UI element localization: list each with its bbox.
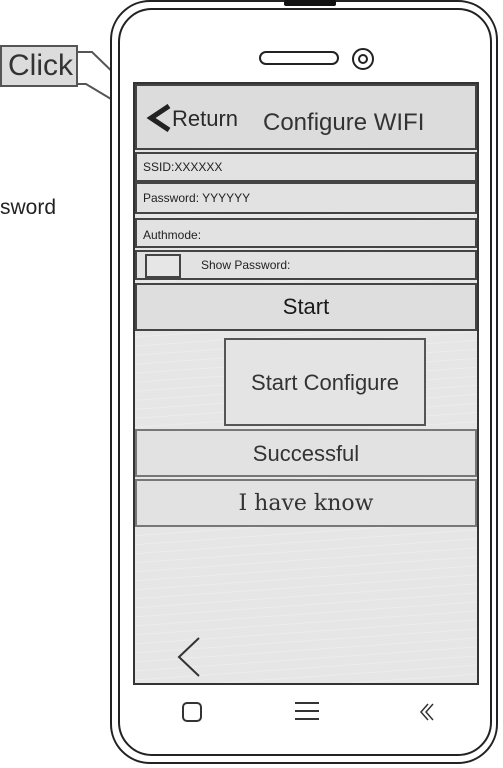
title-bar: Return Configure WIFI xyxy=(135,84,477,150)
start-configure-button[interactable]: Start Configure xyxy=(224,338,426,426)
menu-icon[interactable] xyxy=(294,698,320,724)
page-title: Configure WIFI xyxy=(263,109,425,136)
cut-off-label: sword xyxy=(0,196,57,219)
chevron-left-icon[interactable] xyxy=(145,104,173,132)
ack-button[interactable]: I have know xyxy=(135,479,477,527)
ssid-field[interactable]: SSID:XXXXXX xyxy=(135,152,477,182)
password-label: Password: YYYYYY xyxy=(143,191,251,205)
back-triangle-icon[interactable] xyxy=(175,636,205,678)
square-icon[interactable] xyxy=(180,700,204,724)
start-button[interactable]: Start xyxy=(135,283,477,331)
show-password-label: Show Password: xyxy=(201,258,291,272)
speaker-icon xyxy=(259,51,339,65)
camera-icon xyxy=(352,48,374,70)
chevron-left-small-icon[interactable] xyxy=(418,702,436,722)
authmode-field[interactable]: Authmode: xyxy=(135,218,477,248)
return-button[interactable]: Return xyxy=(172,106,238,132)
status-text: Successful xyxy=(135,429,477,477)
password-field[interactable]: Password: YYYYYY xyxy=(135,182,477,214)
show-password-checkbox[interactable] xyxy=(145,254,181,278)
show-password-row: Show Password: xyxy=(135,250,477,280)
power-button xyxy=(284,0,336,6)
